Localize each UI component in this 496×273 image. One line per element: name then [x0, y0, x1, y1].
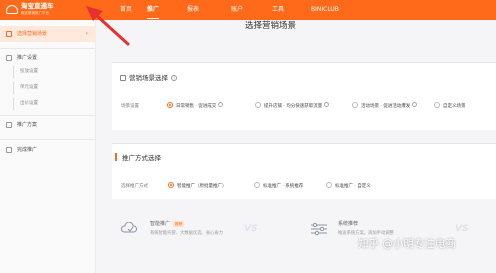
top-navigation-bar: 淘宝直通车 精准营销推广平台 首页 推广 报表 账户 工具 BINICLUB — [0, 0, 496, 20]
rocket-icon — [6, 31, 12, 37]
method-option-standard-custom[interactable]: 标准推广 · 自定义 — [326, 182, 371, 190]
settings-icon — [6, 55, 12, 61]
scene-option-daily[interactable]: 日常销售 · 促进成交 — [167, 102, 224, 110]
scene-option-custom[interactable]: 自定义场景 — [434, 102, 466, 110]
option-label: 活动场景 · 促进活动爆发 — [361, 104, 411, 109]
option-label: 标准推广 · 自定义 — [335, 184, 371, 189]
option-label: 智能推广（原批量推广） — [177, 184, 227, 189]
vs-label: VS — [244, 224, 258, 234]
sidebar-item-select-scene[interactable]: 选择营销场景 › — [0, 26, 96, 42]
accent-bar — [115, 153, 117, 161]
nav-home[interactable]: 首页 — [120, 0, 132, 20]
section-title: 推广方式选择 — [115, 152, 161, 162]
info-icon[interactable] — [324, 102, 330, 107]
radio-checked[interactable] — [168, 182, 174, 188]
info-icon[interactable] — [412, 102, 418, 107]
nav-promotion[interactable]: 推广 — [147, 0, 160, 20]
sidebar-item-plan[interactable]: 推广方案 — [0, 117, 96, 133]
watermark-text: 知乎 @小明专注电商 — [358, 238, 456, 250]
divider — [0, 139, 95, 140]
scene-option-traffic[interactable]: 提升店铺 · 均分快速获取流量 — [255, 102, 330, 110]
done-icon — [6, 147, 12, 153]
target-icon — [120, 75, 126, 81]
option-label: 标准推广 · 系统推荐 — [263, 184, 304, 189]
chevron-right-icon: › — [85, 30, 88, 37]
divider — [0, 48, 95, 49]
sidebar-item-done[interactable]: 完成推广 — [0, 142, 96, 158]
recommend-badge: 推荐 — [173, 221, 185, 227]
nav-biniclub[interactable]: BINICLUB — [311, 0, 339, 20]
nav-tools[interactable]: 工具 — [272, 0, 284, 20]
method-option-standard-recommend[interactable]: 标准推广 · 系统推荐 — [254, 182, 303, 190]
intelligent-icon — [120, 222, 138, 233]
option-label: 自定义场景 — [443, 104, 466, 109]
nav-reports[interactable]: 报表 — [187, 0, 199, 20]
feature-system-recommend: 系统推荐 推送系统方案，再加手动调整 — [338, 220, 394, 236]
sidebar-sub-item[interactable]: 投放设置 — [0, 66, 96, 78]
row-label: 选择推广方式 — [121, 184, 148, 189]
radio-unchecked[interactable] — [326, 182, 332, 188]
radio-unchecked[interactable] — [434, 102, 440, 108]
logo-subtitle: 精准营销推广平台 — [21, 11, 49, 15]
option-label: 日常销售 · 促进成交 — [176, 104, 217, 109]
sidebar-sub-item[interactable]: 单元设置 — [0, 82, 96, 94]
method-selection-card: 推广方式选择 选择推广方式 智能推广（原批量推广） 标准推广 · 系统推荐 标准… — [112, 143, 496, 199]
feature-description: 系统智能托管、大数据优选、省心省力 — [150, 231, 224, 236]
section-title-text: 推广方式选择 — [122, 154, 161, 162]
feature-title: 系统推荐 — [338, 221, 359, 227]
nav-account[interactable]: 账户 — [231, 0, 243, 20]
sidebar-sub-item[interactable]: 出价设置 — [0, 98, 96, 110]
radio-unchecked[interactable] — [352, 102, 358, 108]
scene-selection-card: 营销场景选择? 场景设置 日常销售 · 促进成交 提升店铺 · 均分快速获取流量… — [112, 62, 496, 130]
logo-title: 淘宝直通车 — [21, 2, 54, 10]
plan-icon — [6, 122, 12, 128]
shop-logo-icon — [6, 5, 18, 14]
radio-checked[interactable] — [167, 102, 173, 108]
option-label: 提升店铺 · 均分快速获取流量 — [264, 104, 323, 109]
help-icon[interactable]: ? — [171, 75, 177, 81]
feature-smart: 智能推广 推荐 系统智能托管、大数据优选、省心省力 — [150, 220, 223, 236]
sidebar-group-label: 推广设置 — [17, 55, 38, 61]
scene-option-activity[interactable]: 活动场景 · 促进活动爆发 — [352, 102, 418, 110]
feature-title: 智能推广 — [150, 221, 171, 227]
radio-unchecked[interactable] — [255, 102, 261, 108]
app-logo[interactable]: 淘宝直通车 精准营销推广平台 — [6, 2, 92, 18]
sidebar-item-label: 推广方案 — [17, 122, 38, 128]
sidebar-group-settings[interactable]: 推广设置 — [0, 50, 96, 66]
sliders-icon — [311, 222, 327, 236]
section-title-text: 营销场景选择 — [129, 74, 168, 82]
section-title: 营销场景选择? — [120, 72, 177, 82]
method-option-smart[interactable]: 智能推广（原批量推广） — [168, 182, 227, 190]
info-icon[interactable] — [218, 102, 224, 107]
page-title: 选择营销场景 — [245, 21, 297, 31]
left-sidebar: 选择营销场景 › 推广设置 投放设置 单元设置 出价设置 推广方案 完成推广 — [0, 20, 96, 273]
sidebar-item-label: 完成推广 — [17, 147, 38, 153]
vs-label: VS — [455, 224, 469, 234]
sidebar-item-label: 选择营销场景 — [17, 31, 48, 37]
row-label: 场景设置 — [121, 104, 139, 109]
divider — [0, 115, 95, 116]
radio-unchecked[interactable] — [254, 182, 260, 188]
